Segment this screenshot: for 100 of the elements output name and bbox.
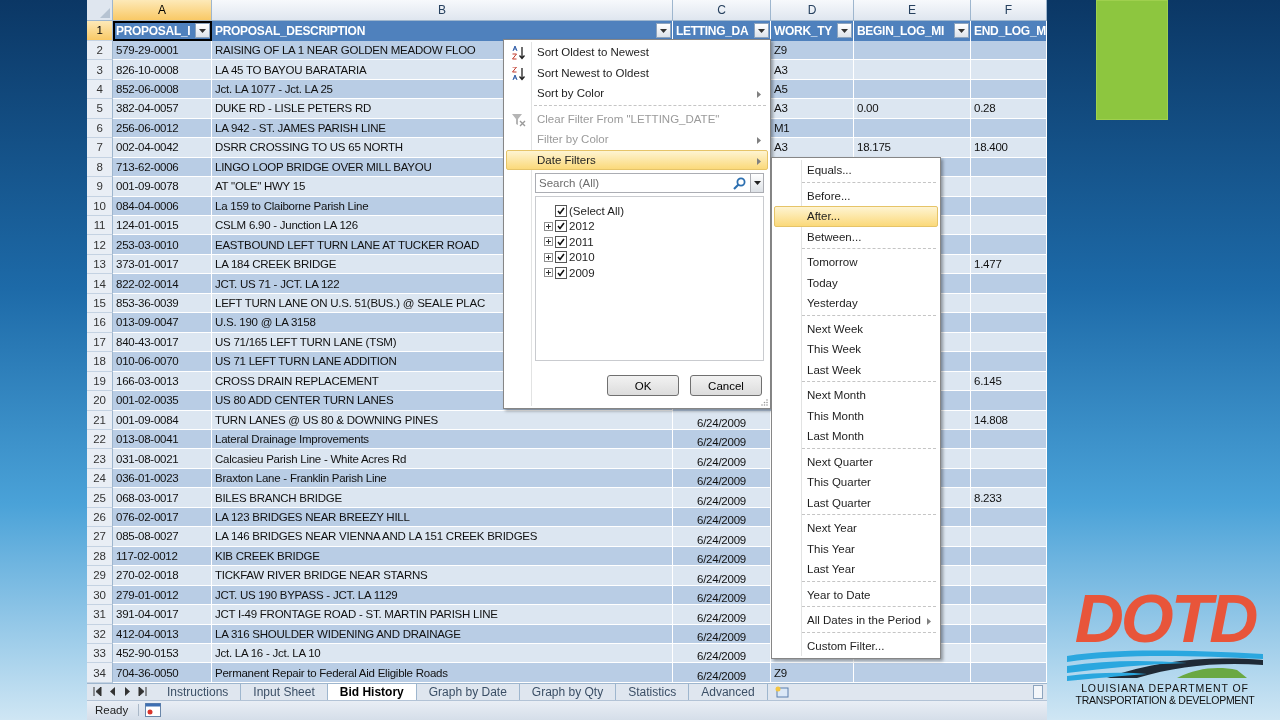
checkbox[interactable] bbox=[555, 235, 567, 248]
row-header[interactable]: 7 bbox=[87, 138, 113, 158]
row-header[interactable]: 27 bbox=[87, 527, 113, 547]
row-header[interactable]: 33 bbox=[87, 643, 113, 664]
row-header[interactable]: 22 bbox=[87, 429, 113, 450]
menu-item[interactable]: Last Week bbox=[774, 359, 938, 380]
filter-dropdown-button[interactable] bbox=[954, 23, 969, 39]
menu-item[interactable]: Year to Date bbox=[774, 584, 938, 605]
table-cell: 391-04-0017 bbox=[113, 605, 212, 625]
row-header[interactable]: 15 bbox=[87, 293, 113, 314]
search-field[interactable]: Search (All) bbox=[535, 173, 764, 193]
menu-item[interactable]: Tomorrow bbox=[774, 252, 938, 273]
menu-item[interactable]: This Year bbox=[774, 538, 938, 559]
filter-dropdown-button[interactable] bbox=[754, 23, 769, 39]
status-text: Ready bbox=[87, 704, 140, 717]
checkbox-label[interactable]: (Select All) bbox=[569, 204, 624, 217]
menu-item[interactable]: Between... bbox=[774, 226, 938, 247]
expand-icon[interactable] bbox=[544, 268, 553, 278]
column-header[interactable]: F bbox=[971, 0, 1047, 20]
menu-item[interactable]: Next Year bbox=[774, 518, 938, 539]
menu-item[interactable]: Last Year bbox=[774, 559, 938, 580]
menu-item[interactable]: Yesterday bbox=[774, 293, 938, 314]
row-header[interactable]: 18 bbox=[87, 352, 113, 372]
row-header[interactable]: 1 bbox=[87, 20, 113, 41]
table-cell: 085-08-0027 bbox=[113, 527, 212, 547]
row-header[interactable]: 28 bbox=[87, 546, 113, 567]
header-cell[interactable]: BEGIN_LOG_MI bbox=[854, 20, 971, 41]
column-header[interactable]: D bbox=[771, 0, 854, 20]
dialog-button[interactable]: Cancel bbox=[690, 375, 762, 396]
row-header[interactable]: 32 bbox=[87, 624, 113, 644]
resize-grip-icon[interactable] bbox=[761, 399, 768, 406]
row-header[interactable]: 13 bbox=[87, 254, 113, 275]
row-header[interactable]: 11 bbox=[87, 216, 113, 236]
filter-dropdown-button[interactable] bbox=[195, 23, 210, 39]
row-header[interactable]: 21 bbox=[87, 410, 113, 430]
expand-icon[interactable] bbox=[544, 252, 553, 262]
row-header[interactable]: 17 bbox=[87, 332, 113, 353]
menu-item[interactable]: This Month bbox=[774, 405, 938, 426]
checkbox-label[interactable]: 2012 bbox=[569, 220, 595, 233]
menu-item[interactable]: This Week bbox=[774, 339, 938, 360]
menu-item[interactable]: Last Month bbox=[774, 426, 938, 447]
column-header[interactable]: E bbox=[854, 0, 971, 20]
checkbox[interactable] bbox=[555, 220, 567, 233]
column-header[interactable]: B bbox=[212, 0, 673, 20]
previous-sheet-icon[interactable] bbox=[108, 687, 117, 697]
row-header[interactable]: 16 bbox=[87, 313, 113, 333]
menu-item[interactable]: Today bbox=[774, 272, 938, 293]
row-header[interactable]: 26 bbox=[87, 507, 113, 528]
row-header[interactable]: 5 bbox=[87, 99, 113, 119]
row-header[interactable]: 14 bbox=[87, 274, 113, 294]
scrollbar-handle[interactable] bbox=[1033, 684, 1043, 699]
filter-dropdown-button[interactable] bbox=[837, 23, 852, 39]
menu-item[interactable]: This Quarter bbox=[774, 472, 938, 493]
row-header[interactable]: 31 bbox=[87, 605, 113, 625]
first-sheet-icon[interactable] bbox=[93, 687, 102, 697]
checkbox[interactable] bbox=[555, 266, 567, 279]
checkbox[interactable] bbox=[555, 204, 567, 217]
row-header[interactable]: 8 bbox=[87, 157, 113, 178]
row-header[interactable]: 6 bbox=[87, 118, 113, 139]
expand-icon[interactable] bbox=[544, 237, 553, 247]
table-cell: Permanent Repair to Federal Aid Eligible Roads bbox=[212, 663, 673, 683]
menu-item[interactable]: Before... bbox=[774, 185, 938, 206]
menu-item[interactable]: Date Filters bbox=[506, 149, 768, 170]
row-header[interactable]: 2 bbox=[87, 40, 113, 61]
menu-item[interactable]: Next Quarter bbox=[774, 451, 938, 472]
row-header[interactable]: 30 bbox=[87, 585, 113, 606]
checkbox-label[interactable]: 2011 bbox=[569, 235, 594, 248]
row-header[interactable]: 25 bbox=[87, 488, 113, 508]
row-header[interactable]: 20 bbox=[87, 391, 113, 411]
table-cell: 0.00 bbox=[854, 99, 971, 119]
menu-item[interactable]: Custom Filter... bbox=[774, 635, 938, 656]
filter-dropdown-button[interactable] bbox=[656, 23, 671, 39]
expand-icon[interactable] bbox=[544, 221, 553, 231]
menu-item[interactable]: Last Quarter bbox=[774, 492, 938, 513]
row-header[interactable]: 12 bbox=[87, 235, 113, 255]
row-header[interactable]: 19 bbox=[87, 371, 113, 392]
sheet-tab[interactable]: Bid History bbox=[327, 683, 417, 700]
last-sheet-icon[interactable] bbox=[138, 687, 147, 697]
row-header[interactable]: 9 bbox=[87, 177, 113, 197]
column-header[interactable]: C bbox=[673, 0, 771, 20]
row-header[interactable]: 23 bbox=[87, 449, 113, 469]
dropdown-button[interactable] bbox=[750, 174, 763, 192]
menu-item[interactable]: Next Week bbox=[774, 318, 938, 339]
row-header[interactable]: 4 bbox=[87, 79, 113, 100]
row-header[interactable]: 10 bbox=[87, 196, 113, 216]
menu-item[interactable]: Next Month bbox=[774, 385, 938, 406]
row-header[interactable]: 29 bbox=[87, 566, 113, 586]
next-sheet-icon[interactable] bbox=[123, 687, 132, 697]
dialog-button[interactable]: OK bbox=[607, 375, 679, 396]
row-header[interactable]: 34 bbox=[87, 663, 113, 683]
header-cell[interactable]: WORK_TY bbox=[771, 20, 854, 41]
header-cell[interactable]: PROPOSAL_I bbox=[113, 20, 212, 41]
row-header[interactable]: 3 bbox=[87, 60, 113, 80]
menu-item[interactable]: All Dates in the Period bbox=[774, 610, 938, 631]
checkbox[interactable] bbox=[555, 251, 567, 264]
menu-item[interactable]: After... bbox=[774, 206, 938, 227]
menu-item[interactable]: Equals... bbox=[774, 160, 938, 181]
column-header[interactable]: A bbox=[113, 0, 212, 20]
row-header[interactable]: 24 bbox=[87, 468, 113, 489]
macro-record-icon[interactable] bbox=[145, 703, 162, 718]
